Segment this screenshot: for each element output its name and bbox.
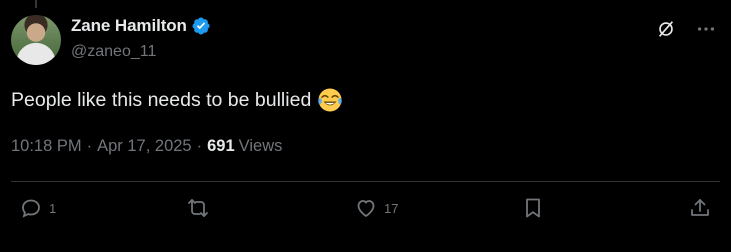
repost-button[interactable]	[186, 196, 216, 220]
author-display-name[interactable]: Zane Hamilton	[71, 16, 187, 36]
meta-separator: ·	[196, 137, 203, 155]
bookmark-button[interactable]	[521, 196, 551, 220]
avatar[interactable]	[11, 15, 61, 65]
tweet-text-content: People like this needs to be bullied	[11, 88, 312, 111]
tweet-time[interactable]: 10:18 PM	[11, 137, 82, 156]
reply-button[interactable]: 1	[19, 196, 56, 220]
share-icon	[691, 199, 709, 216]
views-count: 691	[207, 137, 235, 155]
tweet-text: People like this needs to be bullied	[11, 87, 343, 113]
grok-icon[interactable]	[655, 18, 677, 40]
reply-icon	[22, 199, 40, 218]
verified-badge-icon[interactable]	[191, 16, 211, 36]
divider	[11, 181, 720, 182]
author-name-row: Zane Hamilton	[71, 16, 211, 36]
like-count: 17	[384, 200, 399, 216]
meta-separator: ·	[86, 137, 93, 155]
repost-icon	[188, 199, 208, 217]
like-button[interactable]: 17	[354, 196, 398, 220]
views-label: Views	[238, 137, 283, 155]
thread-connector-line	[35, 0, 37, 8]
like-heart-icon	[357, 200, 375, 217]
more-icon[interactable]	[695, 18, 717, 40]
bookmark-icon	[526, 198, 540, 218]
tweet-top-actions	[655, 18, 717, 40]
share-button[interactable]	[688, 196, 712, 220]
face-with-tears-of-joy-icon	[317, 87, 343, 113]
tweet-metadata: 10:18 PM · Apr 17, 2025 · 691 Views	[11, 137, 282, 156]
tweet-date[interactable]: Apr 17, 2025	[97, 137, 192, 156]
tweet-action-bar: 1 17	[0, 196, 731, 226]
reply-count: 1	[49, 200, 57, 216]
author-handle[interactable]: @zaneo_11	[71, 43, 156, 61]
